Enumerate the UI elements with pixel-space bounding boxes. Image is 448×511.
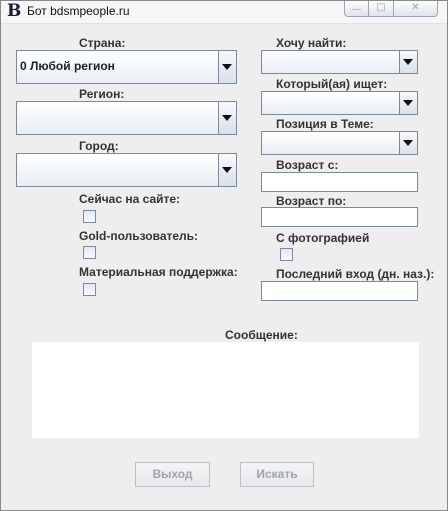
country-select-value: 0 Любой регион: [20, 59, 115, 73]
age-from-input[interactable]: [261, 172, 418, 192]
age-to-label: Возраст по:: [276, 194, 347, 208]
city-select[interactable]: [16, 153, 237, 187]
with-photo-checkbox[interactable]: [280, 248, 293, 261]
app-logo-icon: B: [7, 1, 22, 21]
who-seeks-label: Который(ая) ищет:: [276, 77, 388, 91]
app-window: B Бот bdsmpeople.ru — □ ✕ Страна: 0 Любо…: [0, 0, 448, 511]
who-seeks-select[interactable]: [261, 91, 418, 115]
want-to-find-label: Хочу найти:: [276, 36, 347, 50]
position-dropdown-button[interactable]: [399, 132, 417, 154]
region-label: Регион:: [79, 87, 125, 101]
online-now-checkbox[interactable]: [83, 210, 96, 223]
city-label: Город:: [79, 139, 119, 153]
position-label: Позиция в Теме:: [276, 117, 374, 131]
city-dropdown-button[interactable]: [218, 154, 236, 186]
chevron-down-icon: [403, 59, 413, 65]
position-select[interactable]: [261, 131, 418, 155]
financial-support-label: Материальная поддержка:: [79, 265, 238, 279]
last-login-input[interactable]: [261, 281, 418, 301]
minimize-button[interactable]: —: [344, 1, 369, 17]
online-now-label: Сейчас на сайте:: [79, 192, 181, 206]
want-to-find-dropdown-button[interactable]: [399, 51, 417, 73]
country-select[interactable]: 0 Любой регион: [16, 50, 237, 84]
minimize-icon: —: [351, 4, 362, 15]
with-photo-label: С фотографией: [276, 231, 370, 245]
maximize-icon: □: [376, 2, 386, 13]
message-textarea[interactable]: [32, 342, 419, 438]
region-dropdown-button[interactable]: [218, 102, 236, 134]
window-title: Бот bdsmpeople.ru: [27, 4, 130, 18]
maximize-button[interactable]: □: [368, 1, 394, 17]
country-dropdown-button[interactable]: [218, 51, 236, 83]
who-seeks-dropdown-button[interactable]: [399, 92, 417, 114]
chevron-down-icon: [403, 100, 413, 106]
exit-button[interactable]: Выход: [135, 462, 210, 487]
age-to-input[interactable]: [261, 207, 418, 227]
close-button[interactable]: ✕: [393, 1, 438, 17]
chevron-down-icon: [222, 115, 232, 121]
want-to-find-select[interactable]: [261, 50, 418, 74]
country-label: Страна:: [79, 36, 126, 50]
last-login-label: Последний вход (дн. наз.):: [276, 267, 435, 281]
title-bar[interactable]: B Бот bdsmpeople.ru — □ ✕: [1, 1, 447, 24]
age-from-label: Возраст с:: [276, 158, 339, 172]
form-panel: Страна: 0 Любой регион Регион: Город: Се…: [7, 24, 441, 504]
chevron-down-icon: [222, 167, 232, 173]
search-button[interactable]: Искать: [240, 462, 314, 487]
gold-user-label: Gold-пользователь:: [79, 229, 199, 243]
financial-support-checkbox[interactable]: [83, 283, 96, 296]
message-label: Сообщение:: [225, 328, 298, 342]
chevron-down-icon: [403, 140, 413, 146]
close-icon: ✕: [411, 2, 420, 13]
chevron-down-icon: [222, 64, 232, 70]
region-select[interactable]: [16, 101, 237, 135]
gold-user-checkbox[interactable]: [83, 246, 96, 259]
